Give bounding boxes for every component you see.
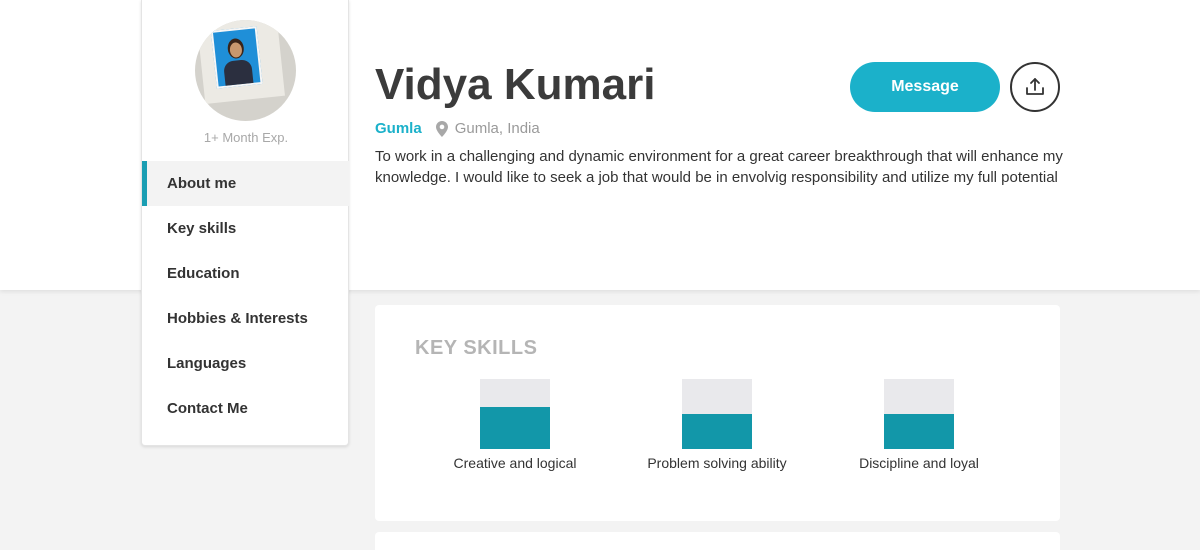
- city-link[interactable]: Gumla: [375, 120, 422, 137]
- sidebar-item-key-skills[interactable]: Key skills: [142, 206, 349, 251]
- key-skills-card: KEY SKILLS Creative and logical Problem …: [375, 305, 1060, 521]
- skill-level-bar: [884, 379, 954, 449]
- profile-summary: To work in a challenging and dynamic env…: [375, 148, 1063, 186]
- skill-label: Discipline and loyal: [859, 455, 979, 471]
- key-skills-title: KEY SKILLS: [415, 337, 538, 359]
- avatar: [195, 20, 296, 121]
- sidebar-item-hobbies-interests[interactable]: Hobbies & Interests: [142, 296, 349, 341]
- message-button[interactable]: Message: [850, 62, 1000, 112]
- sidebar-item-education[interactable]: Education: [142, 251, 349, 296]
- location-text: Gumla, India: [454, 120, 540, 137]
- skill-level-fill: [884, 414, 954, 449]
- skill-label: Problem solving ability: [647, 455, 787, 471]
- skill-level-fill: [682, 414, 752, 449]
- sidebar-item-about-me[interactable]: About me: [142, 161, 349, 206]
- next-section-card: [375, 532, 1060, 550]
- experience-label: 1+ Month Exp.: [203, 130, 289, 145]
- skill-level-bar: [682, 379, 752, 449]
- sidebar-item-languages[interactable]: Languages: [142, 341, 349, 386]
- skill-level-fill: [480, 407, 550, 449]
- sidebar-nav: About me Key skills Education Hobbies & …: [142, 161, 349, 431]
- map-pin-icon: [435, 120, 448, 137]
- profile-sidebar: 1+ Month Exp. About me Key skills Educat…: [141, 0, 349, 446]
- skill-item: Creative and logical: [415, 379, 615, 471]
- skill-level-bar: [480, 379, 550, 449]
- skill-label: Creative and logical: [453, 455, 577, 471]
- profile-name: Vidya Kumari: [375, 60, 656, 109]
- share-upload-icon: [1026, 78, 1044, 95]
- share-button[interactable]: [1010, 62, 1060, 112]
- sidebar-item-contact-me[interactable]: Contact Me: [142, 386, 349, 431]
- skill-item: Discipline and loyal: [819, 379, 1019, 471]
- location-row: Gumla Gumla, India: [375, 120, 540, 137]
- skill-item: Problem solving ability: [617, 379, 817, 471]
